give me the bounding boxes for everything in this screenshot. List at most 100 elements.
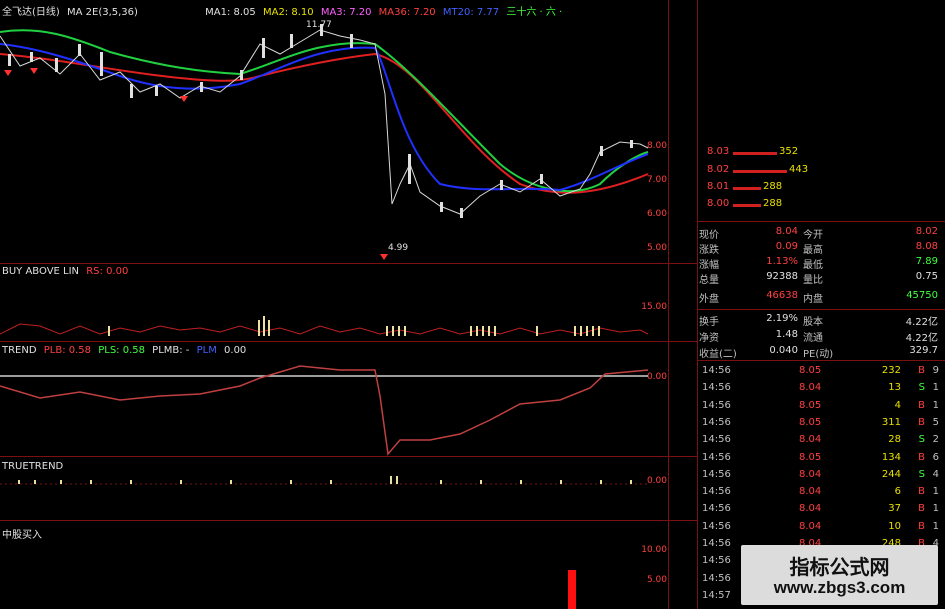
quote-value: 329.7: [909, 345, 938, 356]
sidebar-divider: [697, 309, 945, 310]
panel-divider: [0, 520, 697, 521]
quote-value: 46638: [766, 290, 798, 301]
panel5-axis-label-5: 5.00: [646, 575, 667, 585]
trade-time: 14:56: [702, 486, 731, 498]
quote-value: 2.19%: [766, 313, 798, 324]
trade-qty: 4: [894, 399, 901, 411]
quote-label: 流通: [803, 333, 823, 344]
trade-row[interactable]: 14:56 8.05 232 B 9: [699, 365, 941, 381]
trade-price: 8.04: [799, 520, 822, 532]
quote-row-eps: 收益(二) 0.040 PE(动) 329.7: [699, 345, 941, 360]
trade-price: 8.04: [799, 503, 822, 515]
trade-side: B: [918, 416, 925, 428]
order-book-row[interactable]: 8.00 288: [707, 198, 797, 212]
trade-time: 14:56: [702, 572, 731, 584]
trade-count: 9: [932, 365, 939, 376]
panel3-plb: PLB: 0.58: [43, 345, 92, 356]
trade-row[interactable]: 14:56 8.04 10 B 1: [699, 521, 941, 537]
trade-time: 14:56: [702, 451, 731, 463]
quote-label: 最高: [803, 245, 823, 256]
trade-qty: 6: [894, 486, 901, 498]
trade-time: 14:56: [702, 538, 731, 549]
book-bar: [733, 187, 761, 190]
trade-qty: 244: [881, 468, 901, 480]
trade-price: 8.04: [799, 486, 822, 498]
trade-time: 14:56: [702, 520, 731, 532]
panel2-header: BUY ABOVE LIN RS: 0.00: [2, 266, 132, 277]
trade-qty: 37: [888, 503, 901, 515]
panel4-bars: [18, 476, 632, 484]
panel3-title[interactable]: TREND: [2, 345, 37, 356]
panel2-rs: RS: 0.00: [86, 266, 129, 277]
panel4-chart[interactable]: [0, 470, 668, 520]
trade-side: B: [918, 451, 925, 463]
book-vol: 443: [789, 164, 809, 175]
quote-value: 4.22亿: [905, 333, 938, 344]
trade-count: 1: [932, 382, 939, 394]
panel2-chart[interactable]: [0, 290, 668, 340]
trade-time: 14:56: [702, 382, 731, 394]
quote-value: 4.22亿: [905, 317, 938, 328]
quote-row-turnover: 换手 2.19% 股本 4.22亿: [699, 313, 941, 328]
quote-label: 涨跌: [699, 245, 719, 256]
trade-row[interactable]: 14:56 8.05 311 B 5: [699, 417, 941, 433]
panel3-header: TREND PLB: 0.58 PLS: 0.58 PLMB: - PLM 0.…: [2, 345, 250, 356]
book-price: 8.03: [707, 146, 730, 157]
quote-value: 1.48: [775, 329, 798, 340]
trade-price: 8.04: [799, 382, 822, 394]
panel3-plmb: PLMB: -: [152, 345, 190, 356]
panel5-axis-label-10: 10.00: [641, 545, 667, 555]
trade-time: 14:56: [702, 468, 731, 480]
panel2-bars: [108, 316, 600, 336]
trade-row[interactable]: 14:56 8.05 4 B 1: [699, 400, 941, 416]
price-line: [0, 29, 649, 215]
trade-row[interactable]: 14:56 8.04 28 S 2: [699, 434, 941, 450]
trade-side: S: [918, 434, 925, 446]
trade-row[interactable]: 14:56 8.04 13 S 1: [699, 382, 941, 398]
quote-value: 8.02: [915, 226, 938, 237]
trade-count: 2: [932, 434, 939, 446]
trade-qty: 134: [881, 451, 901, 463]
quote-value: 0.75: [915, 271, 938, 282]
trade-row[interactable]: 14:56 8.04 37 B 1: [699, 503, 941, 519]
axis-label-7: 7.00: [646, 175, 667, 185]
trade-qty: 311: [881, 416, 901, 428]
panel2-title[interactable]: BUY ABOVE LIN: [2, 266, 79, 277]
panel3-chart[interactable]: [0, 356, 668, 456]
trade-time: 14:56: [702, 399, 731, 411]
sidebar-divider: [697, 221, 945, 222]
buy-arrows: [4, 68, 388, 260]
quote-value: 8.04: [775, 226, 798, 237]
trade-count: 6: [932, 451, 939, 463]
trade-side: B: [918, 399, 925, 411]
order-book-row[interactable]: 8.01 288: [707, 181, 797, 195]
book-bar: [733, 152, 777, 155]
trade-row[interactable]: 14:56 8.04 244 S 4: [699, 469, 941, 485]
quote-row-netasset: 净资 1.48 流通 4.22亿: [699, 329, 941, 344]
trade-price: 8.04: [799, 468, 822, 480]
quote-label: 现价: [699, 230, 719, 241]
quote-label: 今开: [803, 230, 823, 241]
trade-row[interactable]: 14:56 8.05 134 B 6: [699, 452, 941, 468]
quote-value: 45750: [906, 290, 938, 301]
ma-long-line: [0, 52, 649, 194]
trade-side: S: [918, 468, 925, 480]
quote-label: 量比: [803, 275, 823, 286]
trade-side: B: [918, 503, 925, 515]
order-book-row[interactable]: 8.03 352: [707, 146, 798, 160]
ma-green-line: [0, 29, 649, 192]
axis-label-6: 6.00: [646, 209, 667, 219]
book-price: 8.00: [707, 198, 730, 209]
trade-price: 8.04: [799, 434, 822, 446]
price-chart[interactable]: [0, 14, 668, 264]
quote-label: 换手: [699, 317, 719, 328]
trade-count: 5: [932, 416, 939, 428]
trade-side: B: [918, 520, 925, 532]
quote-label: 净资: [699, 333, 719, 344]
panel5-title[interactable]: 中股买入: [2, 526, 42, 541]
book-vol: 288: [763, 181, 783, 192]
watermark: 指标公式网 www.zbgs3.com: [741, 545, 938, 605]
quote-label: 最低: [803, 260, 823, 271]
order-book-row[interactable]: 8.02 443: [707, 164, 817, 178]
trade-row[interactable]: 14:56 8.04 6 B 1: [699, 486, 941, 502]
